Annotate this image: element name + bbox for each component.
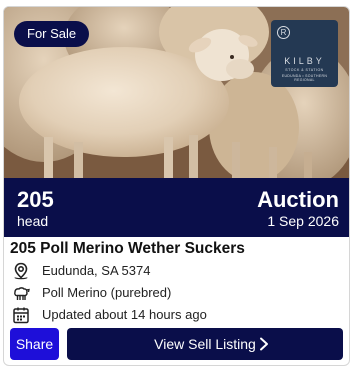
- view-sell-listing-label: View Sell Listing: [154, 336, 256, 352]
- location-text: Eudunda, SA 5374: [42, 263, 151, 278]
- view-sell-listing-button[interactable]: View Sell Listing: [67, 328, 343, 360]
- sale-type: Auction: [257, 187, 339, 212]
- for-sale-badge: For Sale: [14, 21, 90, 47]
- agent-logo: R KILBY STOCK & STATION EUDUNDA • SOUTHE…: [271, 20, 338, 87]
- listing-card[interactable]: For Sale R KILBY STOCK & STATION EUDUNDA…: [3, 6, 350, 366]
- listing-title: 205 Poll Merino Wether Suckers: [10, 240, 245, 257]
- head-unit: head: [17, 213, 49, 229]
- sheep-icon: [14, 287, 30, 300]
- map-pin-icon: [14, 262, 28, 280]
- calendar-icon: [13, 307, 29, 324]
- listing-photo[interactable]: For Sale R KILBY STOCK & STATION EUDUNDA…: [4, 7, 349, 178]
- logo-brand: KILBY: [284, 56, 325, 66]
- chevron-right-icon: [260, 337, 268, 351]
- registered-mark-icon: R: [277, 26, 290, 39]
- sale-date: 1 Sep 2026: [267, 213, 339, 229]
- logo-subtitle: STOCK & STATION: [285, 68, 324, 72]
- logo-subtitle-secondary: EUDUNDA • SOUTHERN REGIONAL: [281, 74, 328, 82]
- updated-text: Updated about 14 hours ago: [42, 307, 207, 322]
- share-button[interactable]: Share: [10, 328, 59, 360]
- location-row: Eudunda, SA 5374: [12, 262, 332, 280]
- updated-row: Updated about 14 hours ago: [12, 306, 332, 324]
- head-count: 205: [17, 187, 54, 212]
- breed-text: Poll Merino (purebred): [42, 285, 172, 300]
- breed-row: Poll Merino (purebred): [12, 284, 332, 302]
- listing-summary-band: 205 head Auction 1 Sep 2026: [4, 178, 349, 237]
